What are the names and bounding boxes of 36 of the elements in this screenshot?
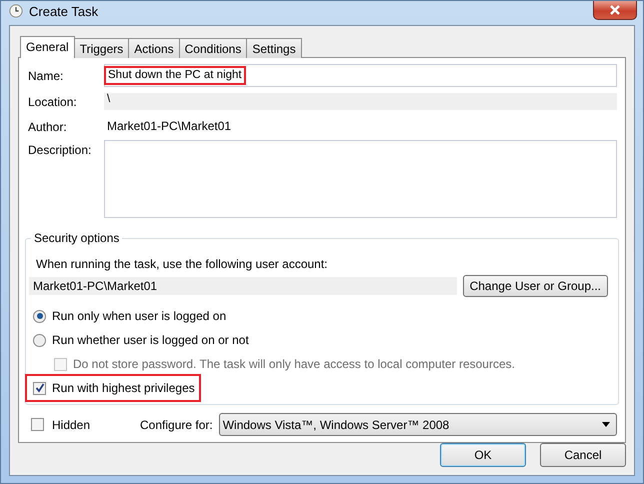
checkbox[interactable] (31, 418, 44, 431)
field-label: Description: (28, 143, 92, 157)
change-user-button[interactable]: Change User or Group... (462, 275, 608, 297)
close-icon (609, 5, 621, 15)
group-title: Security options (31, 231, 122, 245)
tab[interactable]: Conditions (178, 38, 248, 58)
dropdown-arrow-icon (602, 422, 610, 427)
configure-dropdown[interactable]: Windows Vista™, Windows Server™ 2008 (218, 413, 617, 436)
checkbox[interactable] (33, 382, 46, 394)
account-prompt: When running the task, use the following user account: (35, 257, 329, 271)
option-label: Run only when user is logged on (52, 309, 226, 323)
field-label: Name: (28, 68, 64, 82)
radio-button[interactable] (33, 334, 46, 346)
tab[interactable]: General (20, 36, 75, 58)
field-label: Author: (28, 120, 68, 134)
tab[interactable]: Triggers (74, 38, 130, 58)
option-label: Run with highest privileges (52, 381, 195, 395)
account-field: Market01-PC\Market01 (29, 277, 457, 295)
option-label: Run whether user is logged on or not (52, 333, 249, 347)
close-button[interactable] (593, 1, 637, 20)
author-value: Market01-PC\Market01 (106, 118, 232, 135)
location-field: \ (104, 93, 617, 110)
radio-button[interactable] (33, 310, 46, 322)
name-field[interactable]: Shut down the PC at night (104, 64, 617, 87)
window-title: Create Task (29, 4, 98, 18)
description-field[interactable] (104, 140, 617, 218)
dialog-button[interactable]: OK (440, 443, 526, 467)
field-label: Location: (28, 94, 78, 108)
tab[interactable]: Settings (246, 38, 302, 58)
option-label: Do not store password. The task will only have access to local computer resources. (73, 357, 515, 371)
tab[interactable]: Actions (128, 38, 180, 58)
checkbox-label: Hidden (52, 418, 92, 432)
dialog-button[interactable]: Cancel (540, 443, 626, 467)
field-label: Configure for: (140, 418, 213, 432)
clock-icon (9, 4, 23, 18)
field-value: Shut down the PC at night (106, 68, 244, 83)
